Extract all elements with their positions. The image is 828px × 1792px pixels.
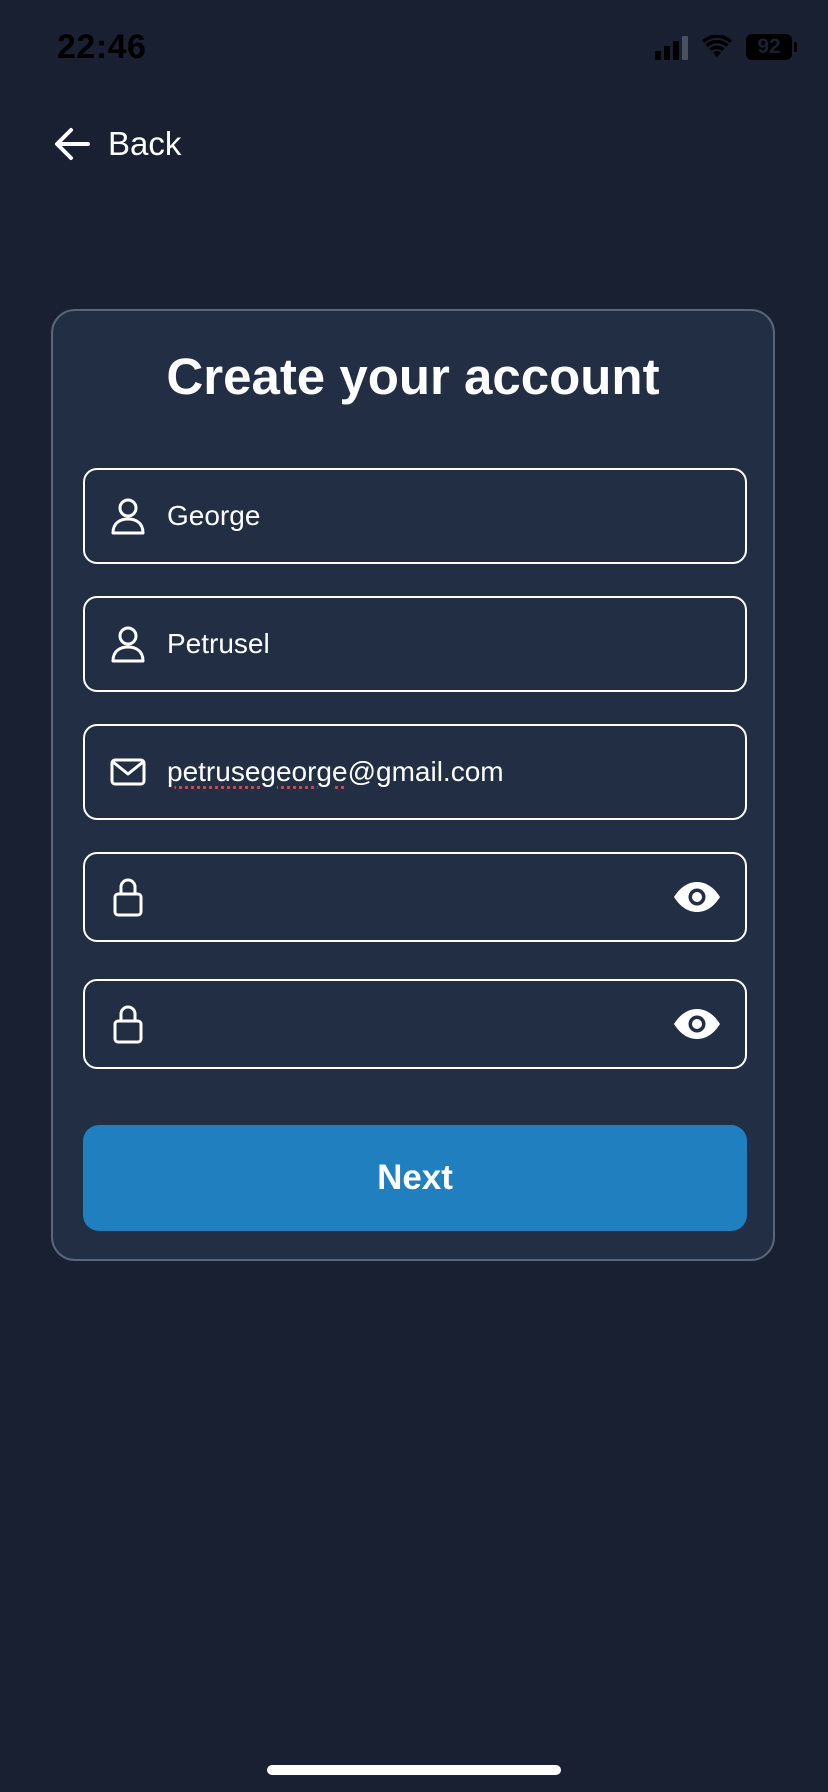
page-title: Create your account — [166, 348, 660, 405]
screen: 22:46 92 Back Create your account George… — [0, 0, 828, 1792]
status-time: 22:46 — [57, 28, 147, 66]
home-indicator[interactable] — [267, 1765, 561, 1775]
email-value-domain: @gmail.com — [347, 756, 504, 787]
mail-icon — [109, 752, 147, 792]
lock-icon — [109, 1004, 147, 1044]
email-value: petrusegeorge@gmail.com — [167, 756, 655, 788]
last-name-field[interactable]: Petrusel — [83, 596, 747, 692]
next-button[interactable]: Next — [83, 1125, 747, 1231]
status-icons: 92 — [655, 34, 797, 60]
signup-card: Create your account George Petrusel petr… — [51, 309, 775, 1261]
eye-icon[interactable] — [673, 1008, 721, 1040]
battery-icon: 92 — [746, 34, 797, 60]
confirm-password-field[interactable] — [83, 979, 747, 1069]
eye-icon[interactable] — [673, 881, 721, 913]
lock-icon — [109, 877, 147, 917]
first-name-value: George — [167, 500, 261, 531]
back-label: Back — [108, 125, 182, 162]
arrow-left-icon — [55, 128, 90, 160]
person-icon — [109, 624, 147, 664]
status-bar: 22:46 92 — [0, 0, 828, 100]
wifi-icon — [702, 35, 732, 57]
email-value-misspelled: petrusegeorge — [167, 756, 348, 787]
first-name-field[interactable]: George — [83, 468, 747, 564]
person-icon — [109, 496, 147, 536]
password-field[interactable] — [83, 852, 747, 942]
last-name-value: Petrusel — [167, 628, 270, 659]
signal-icon — [655, 34, 688, 60]
back-button[interactable]: Back — [54, 118, 181, 170]
email-field[interactable]: petrusegeorge@gmail.com — [83, 724, 747, 820]
battery-level: 92 — [757, 35, 781, 58]
